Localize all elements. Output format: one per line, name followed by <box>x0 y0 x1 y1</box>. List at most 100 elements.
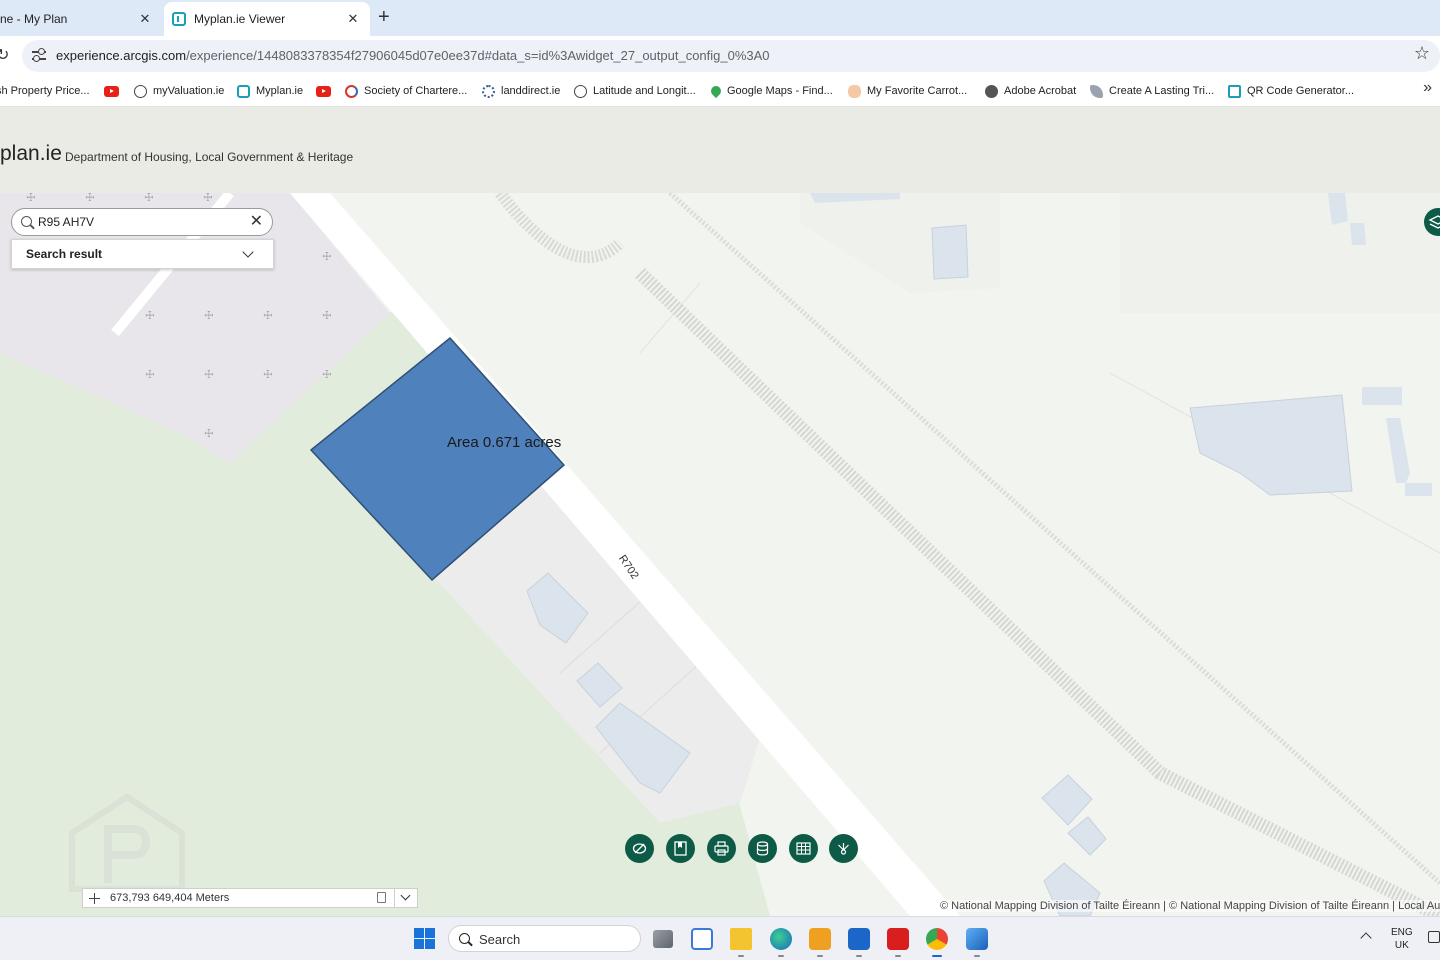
bookmark-landdirect[interactable]: landdirect.ie <box>482 81 560 101</box>
address-bar[interactable]: experience.arcgis.com/experience/1448083… <box>22 40 1440 72</box>
bookmark-myplan[interactable]: Myplan.ie <box>237 81 303 101</box>
app-header: plan.ie Department of Housing, Local Gov… <box>0 107 1440 193</box>
bookmark-scsi[interactable]: Society of Chartere... <box>345 81 467 101</box>
myplan-icon <box>237 84 250 98</box>
search-box[interactable]: ✕ <box>11 208 273 236</box>
language-indicator[interactable]: ENG UK <box>1391 926 1413 952</box>
svg-text:☩: ☩ <box>322 309 332 322</box>
bookmark-label: Google Maps - Find... <box>727 85 833 97</box>
qr-icon <box>1228 84 1241 98</box>
svg-text:☩: ☩ <box>26 193 36 204</box>
reload-icon[interactable]: ↻ <box>0 45 9 65</box>
search-input[interactable] <box>38 213 238 231</box>
globe-icon <box>985 84 998 98</box>
svg-text:☩: ☩ <box>263 368 273 381</box>
bookmark-create-tribute[interactable]: Create A Lasting Tri... <box>1090 81 1214 101</box>
print-icon <box>714 841 729 856</box>
app-indicator-active <box>932 955 942 957</box>
bookmark-qr-code[interactable]: QR Code Generator... <box>1228 81 1354 101</box>
bookmark-star-icon[interactable]: ☆ <box>1414 43 1430 64</box>
bookmark-google-maps[interactable]: Google Maps - Find... <box>708 81 833 101</box>
landdirect-icon <box>482 84 495 98</box>
chevron-down-icon[interactable] <box>400 890 411 901</box>
home-app-icon[interactable] <box>809 928 831 950</box>
copy-icon[interactable] <box>377 892 386 903</box>
file-explorer-icon[interactable] <box>730 928 752 950</box>
table-tool-button[interactable] <box>789 834 818 863</box>
app-indicator <box>817 955 823 957</box>
region-code: UK <box>1394 940 1409 951</box>
bookmark-label: QR Code Generator... <box>1247 85 1354 97</box>
display-icon[interactable] <box>1428 931 1440 943</box>
chrome-icon[interactable] <box>926 928 948 950</box>
svg-text:☩: ☩ <box>203 193 213 204</box>
taskbar-search-label: Search <box>479 932 521 947</box>
tab-title: Myplan.ie Viewer <box>194 12 286 26</box>
compass-icon <box>574 84 587 98</box>
map-attribution: © National Mapping Division of Tailte Éi… <box>940 900 1440 912</box>
data-tool-button[interactable] <box>748 834 777 863</box>
globe-icon <box>134 84 147 98</box>
bookmark-icon <box>674 841 687 856</box>
bookmark-carrot[interactable]: My Favorite Carrot... <box>848 81 967 101</box>
svg-text:☩: ☩ <box>204 309 214 322</box>
store-icon[interactable] <box>691 928 713 950</box>
close-icon[interactable]: ✕ <box>344 11 362 27</box>
bookmark-label: sh Property Price... <box>0 85 90 97</box>
chevron-up-icon[interactable] <box>1360 932 1372 944</box>
close-icon[interactable]: ✕ <box>250 212 263 232</box>
search-results-dropdown[interactable]: Search result <box>11 239 274 269</box>
draw-tool-button[interactable] <box>625 834 654 863</box>
bookmark-label: landdirect.ie <box>501 85 561 97</box>
coordinate-readout: 673,793 649,404 Meters <box>110 892 230 904</box>
bookmark-myvaluation[interactable]: myValuation.ie <box>134 81 224 101</box>
outlook-icon[interactable] <box>848 928 870 950</box>
bookmark-label: myValuation.ie <box>153 85 225 97</box>
bookmark-tool-button[interactable] <box>666 834 695 863</box>
app-indicator <box>738 955 744 957</box>
bookmark-latitude-longitude[interactable]: Latitude and Longit... <box>574 81 696 101</box>
share-tool-button[interactable] <box>829 834 858 863</box>
acrobat-icon[interactable] <box>887 928 909 950</box>
bookmark-property-price[interactable]: sh Property Price... <box>0 81 90 101</box>
search-icon <box>21 216 32 227</box>
layers-button[interactable] <box>1424 208 1440 236</box>
tab-myplan-viewer[interactable]: Myplan.ie Viewer ✕ <box>164 2 370 36</box>
bookmark-adobe-acrobat[interactable]: Adobe Acrobat <box>985 81 1076 101</box>
print-tool-button[interactable] <box>707 834 736 863</box>
chevron-down-icon[interactable] <box>242 246 254 258</box>
site-info-icon[interactable] <box>32 48 46 62</box>
url-host: experience.arcgis.com <box>56 48 187 63</box>
bookmark-label: My Favorite Carrot... <box>867 85 968 97</box>
app-subtitle: Department of Housing, Local Government … <box>65 150 354 164</box>
draw-icon <box>632 843 647 854</box>
youtube-icon <box>104 85 119 97</box>
bookmark-youtube-1[interactable] <box>104 81 119 101</box>
watermark-logo <box>69 793 185 892</box>
bookmark-label: Create A Lasting Tri... <box>1109 85 1215 97</box>
bookmark-label: Latitude and Longit... <box>593 85 696 97</box>
map-pin-icon <box>708 83 724 99</box>
new-tab-icon[interactable]: + <box>378 6 390 28</box>
app-indicator <box>974 955 980 957</box>
tab-my-plan[interactable]: ne - My Plan ✕ <box>0 2 162 36</box>
crosshair-icon[interactable] <box>89 893 100 904</box>
photos-icon[interactable] <box>966 928 988 950</box>
task-view-icon[interactable] <box>653 930 673 948</box>
bookmarks-bar: sh Property Price... myValuation.ie Mypl… <box>0 76 1440 107</box>
windows-start-icon[interactable] <box>414 928 435 949</box>
close-icon[interactable]: ✕ <box>136 11 154 27</box>
map-view[interactable]: ☩ ☩ ☩ ☩ ☩ ☩ ☩ ☩ ☩ ☩ ☩ ☩ ☩ ☩ Area 0.671 acres R702… <box>0 193 1440 916</box>
taskbar-search[interactable]: Search <box>448 925 641 952</box>
bird-icon <box>1090 84 1103 98</box>
svg-text:☩: ☩ <box>263 309 273 322</box>
edge-icon[interactable] <box>770 928 792 950</box>
divider <box>394 889 395 907</box>
app-title: plan.ie <box>0 142 62 165</box>
app-indicator <box>778 955 784 957</box>
more-bookmarks-icon[interactable]: » <box>1423 79 1432 97</box>
url-text[interactable]: experience.arcgis.com/experience/1448083… <box>56 48 770 63</box>
bookmark-youtube-2[interactable] <box>316 81 331 101</box>
svg-text:☩: ☩ <box>85 193 95 204</box>
svg-text:☩: ☩ <box>204 427 214 440</box>
